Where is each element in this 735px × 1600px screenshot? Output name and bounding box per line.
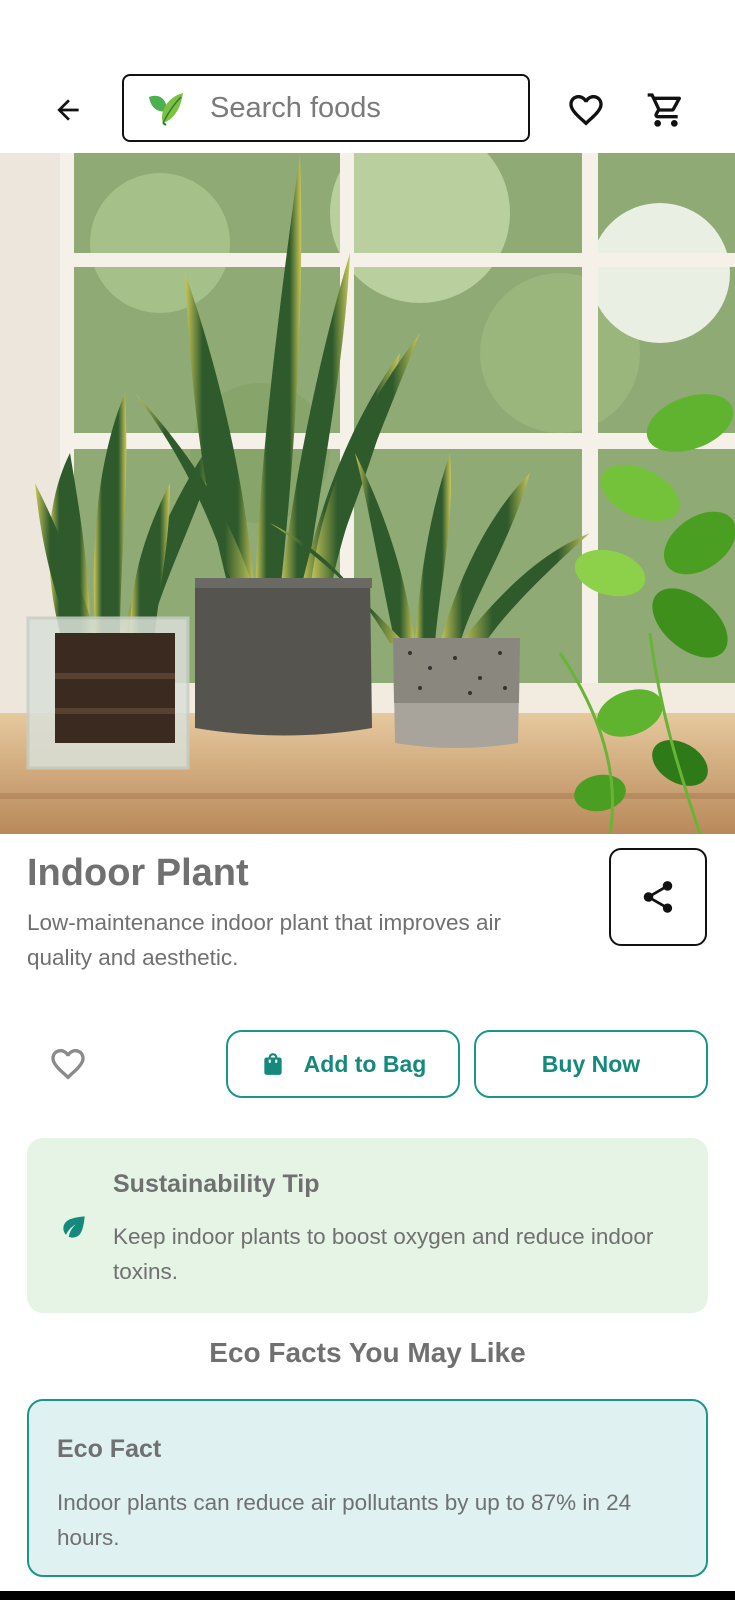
product-image — [0, 153, 735, 834]
product-description: Low-maintenance indoor plant that improv… — [27, 910, 502, 970]
arrow-left-icon — [57, 99, 79, 121]
product-title: Indoor Plant — [27, 852, 249, 894]
cart-icon — [647, 93, 682, 127]
system-nav-bar — [0, 1591, 735, 1600]
buy-now-label: Buy Now — [541, 1050, 641, 1077]
favorite-button[interactable] — [44, 1040, 92, 1088]
add-to-bag-button[interactable]: Add to Bag — [226, 1030, 460, 1098]
heart-outline-icon — [51, 1049, 85, 1080]
shopping-bag-icon — [260, 1051, 286, 1077]
cart-button[interactable] — [642, 86, 690, 134]
buy-now-button[interactable]: Buy Now — [474, 1030, 708, 1098]
status-bar — [0, 0, 735, 60]
search-bar[interactable] — [122, 74, 530, 142]
sustainability-tip-card: Sustainability Tip Keep indoor plants to… — [27, 1138, 708, 1313]
back-button[interactable] — [44, 86, 92, 134]
add-to-bag-label: Add to Bag — [303, 1050, 427, 1077]
wishlist-button[interactable] — [562, 86, 610, 134]
share-button[interactable] — [609, 848, 707, 946]
eco-leaf-icon — [57, 1210, 91, 1244]
eco-fact-text: Indoor plants can reduce air pollutants … — [57, 1490, 632, 1550]
eco-fact-title: Eco Fact — [57, 1435, 162, 1463]
app-bar — [0, 60, 735, 154]
share-icon — [643, 881, 673, 913]
heart-outline-icon — [569, 95, 603, 126]
eco-fact-card[interactable]: Eco Fact Indoor plants can reduce air po… — [27, 1399, 708, 1577]
tip-text: Keep indoor plants to boost oxygen and r… — [113, 1224, 654, 1284]
leaf-icon — [144, 86, 188, 130]
tip-title: Sustainability Tip — [113, 1170, 320, 1198]
eco-facts-heading: Eco Facts You May Like — [209, 1337, 526, 1368]
search-input[interactable] — [210, 91, 510, 125]
